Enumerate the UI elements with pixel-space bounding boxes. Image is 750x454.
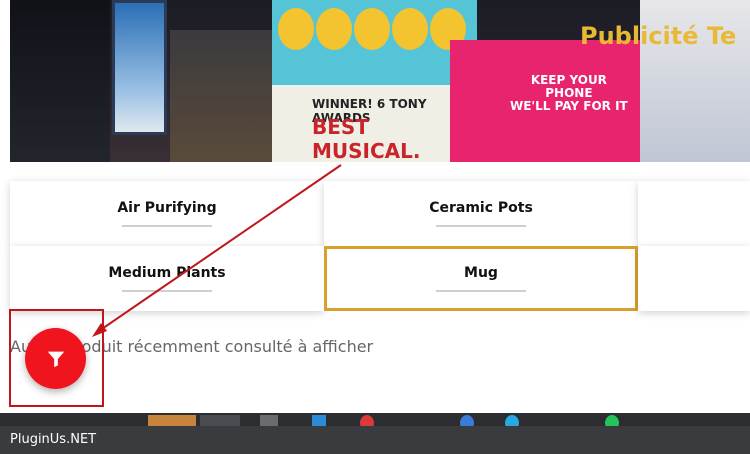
category-underline (436, 225, 526, 227)
banner-emoji-billboard (272, 0, 477, 85)
banner-overlay-title: Publicité Te (580, 22, 737, 50)
banner-billboard-blue (112, 0, 167, 135)
category-underline (436, 290, 526, 292)
footer-bar: PluginUs.NET (0, 426, 750, 454)
category-label: Air Purifying (117, 200, 217, 216)
category-mug-selected[interactable]: Mug (324, 246, 638, 311)
banner-tony-line2: BEST MUSICAL. (312, 115, 421, 162)
hero-banner-image: WINNER! 6 TONY AWARDS BEST MUSICAL. KEEP… (10, 0, 750, 162)
filter-icon (47, 351, 64, 367)
category-air-purifying[interactable]: Air Purifying (10, 181, 324, 246)
category-partial-right-bottom[interactable] (638, 246, 750, 311)
category-label: Ceramic Pots (429, 200, 533, 216)
banner-building-left (10, 0, 110, 162)
filter-fab-button[interactable] (25, 328, 86, 389)
category-partial-right-top[interactable] (638, 181, 750, 246)
category-label: Medium Plants (108, 265, 226, 281)
category-label: Mug (464, 265, 498, 281)
category-underline (122, 225, 212, 227)
banner-pink-line3: WE'LL PAY FOR IT (510, 99, 628, 113)
banner-tony-billboard: WINNER! 6 TONY AWARDS BEST MUSICAL. (272, 85, 450, 162)
category-underline (122, 290, 212, 292)
banner-pink-text: KEEP YOUR PHONE WE'LL PAY FOR IT (510, 74, 628, 113)
category-ceramic-pots[interactable]: Ceramic Pots (324, 181, 638, 246)
banner-pink-billboard: KEEP YOUR PHONE WE'LL PAY FOR IT (450, 40, 640, 162)
banner-building-facade (170, 30, 275, 162)
footer-brand: PluginUs.NET (10, 432, 97, 447)
category-medium-plants[interactable]: Medium Plants (10, 246, 324, 311)
category-grid: Air Purifying Ceramic Pots Medium Plants… (10, 181, 750, 311)
